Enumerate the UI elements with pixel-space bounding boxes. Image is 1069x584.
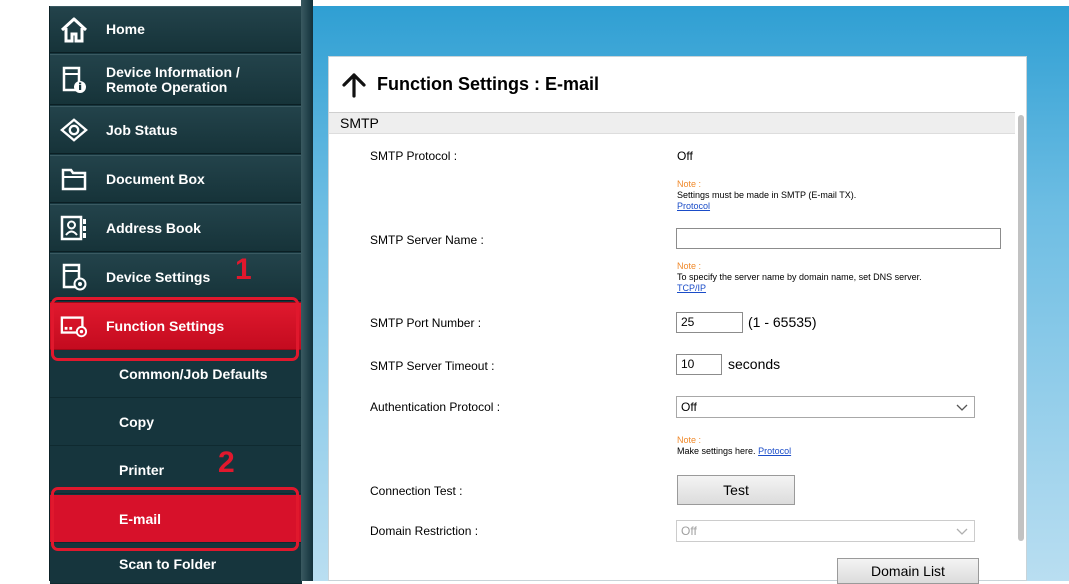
sidebar-item-label: Device Information / <box>106 63 240 80</box>
callout-step-1: 1 <box>235 253 252 286</box>
note2-heading: Note : <box>677 261 702 271</box>
sidebar-item-label: Document Box <box>106 170 205 187</box>
home-icon <box>60 16 88 44</box>
auth-protocol-select[interactable]: Off <box>676 396 975 418</box>
sidebar-item-document-box[interactable]: Document Box <box>50 155 302 203</box>
protocol-link[interactable]: Protocol <box>677 201 710 211</box>
note3-heading: Note : <box>677 435 702 445</box>
smtp-port-label: SMTP Port Number : <box>370 316 482 330</box>
smtp-protocol-value: Off <box>677 149 693 163</box>
callout-step-2: 2 <box>218 446 235 479</box>
sidebar-item-label: Home <box>106 21 145 37</box>
domain-restriction-select[interactable]: Off <box>676 520 975 542</box>
smtp-protocol-label: SMTP Protocol : <box>370 149 458 163</box>
sidebar-item-label: Job Status <box>106 121 178 138</box>
smtp-timeout-input[interactable]: 10 <box>676 354 722 375</box>
sidebar-item-job-status[interactable]: Job Status <box>50 106 302 154</box>
callout-box-function-settings <box>51 297 299 361</box>
smtp-server-name-input[interactable] <box>676 228 1001 249</box>
folder-icon <box>60 165 88 193</box>
domain-restriction-label: Domain Restriction : <box>370 524 479 538</box>
protocol-link-2[interactable]: Protocol <box>758 446 791 456</box>
smtp-port-input[interactable]: 25 <box>676 312 743 333</box>
note3-text: Make settings here. <box>677 446 756 456</box>
sidebar-subitem-label: Common/Job Defaults <box>119 366 268 382</box>
sidebar-separator <box>301 0 313 581</box>
settings-panel: Function Settings : E-mail SMTP SMTP Pro… <box>328 56 1027 584</box>
eye-icon <box>60 116 88 144</box>
sidebar-subitem-label: Printer <box>119 462 165 478</box>
tcp-ip-link[interactable]: TCP/IP <box>677 283 706 293</box>
note3-line: Make settings here. Protocol <box>677 446 791 456</box>
device-info-icon <box>60 66 88 94</box>
auth-protocol-value: Off <box>681 400 697 414</box>
sidebar-subitem-label: Copy <box>119 414 154 430</box>
address-book-icon <box>60 214 88 242</box>
note2-text: To specify the server name by domain nam… <box>677 272 922 282</box>
smtp-server-name-label: SMTP Server Name : <box>370 233 484 247</box>
auth-protocol-label: Authentication Protocol : <box>370 400 501 414</box>
note1-heading: Note : <box>677 179 702 189</box>
panel-header: Function Settings : E-mail <box>329 57 1026 112</box>
chevron-down-icon <box>956 404 968 411</box>
sidebar-item-device-settings[interactable]: Device Settings <box>50 253 302 301</box>
smtp-port-range: (1 - 65535) <box>748 314 817 330</box>
device-settings-icon <box>60 263 88 291</box>
connection-test-label: Connection Test : <box>370 484 463 498</box>
note1-text: Settings must be made in SMTP (E-mail TX… <box>677 190 857 200</box>
sidebar-subitem-label: Scan to Folder <box>119 555 217 572</box>
sidebar-item-label: Device Settings <box>106 268 211 285</box>
up-arrow-icon[interactable] <box>341 72 367 98</box>
domain-list-button[interactable]: Domain List <box>837 558 979 584</box>
smtp-timeout-unit: seconds <box>728 356 781 372</box>
section-header-smtp: SMTP <box>329 112 1015 134</box>
sidebar-item-device-information[interactable]: Device Information / Remote Operation <box>50 54 302 105</box>
page-title: Function Settings : E-mail <box>377 74 600 94</box>
domain-restriction-value: Off <box>681 524 697 538</box>
vertical-scrollbar[interactable] <box>1018 115 1024 541</box>
sidebar-item-address-book[interactable]: Address Book <box>50 204 302 252</box>
sidebar-subitem-copy[interactable]: Copy <box>50 399 302 446</box>
callout-box-email <box>51 487 299 551</box>
smtp-timeout-label: SMTP Server Timeout : <box>370 359 495 373</box>
test-button[interactable]: Test <box>677 475 795 505</box>
sidebar-item-label-line2: Remote Operation <box>106 78 228 95</box>
sidebar-item-home[interactable]: Home <box>50 6 302 53</box>
sidebar-item-label: Address Book <box>106 219 201 236</box>
chevron-down-icon <box>956 528 968 535</box>
